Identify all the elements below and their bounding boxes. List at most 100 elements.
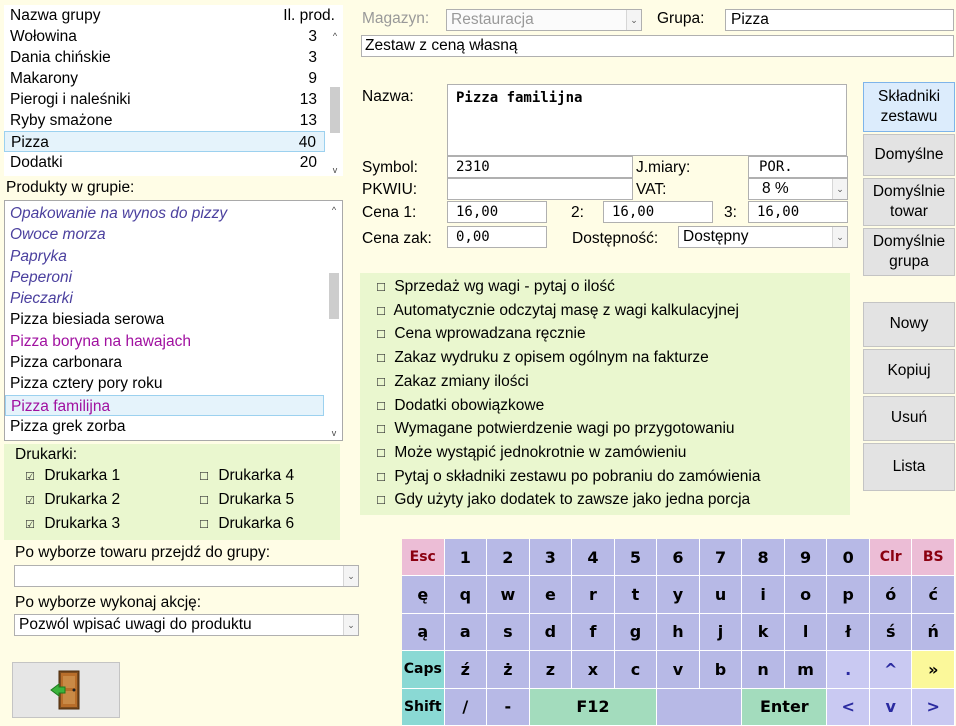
product-item[interactable]: Pizza familijna bbox=[5, 394, 324, 416]
key-char[interactable]: 3 bbox=[529, 539, 573, 577]
key-char[interactable]: 2 bbox=[487, 539, 530, 577]
key-clr[interactable]: Clr bbox=[869, 539, 913, 577]
cenazak-field[interactable]: 0,00 bbox=[447, 226, 547, 248]
product-item[interactable]: Owoce morza bbox=[5, 224, 324, 245]
checkbox-empty-icon[interactable]: ☐ bbox=[372, 277, 390, 301]
key-char[interactable]: j bbox=[699, 613, 743, 652]
nazwa-field[interactable]: Pizza familijna bbox=[447, 84, 847, 156]
key-char[interactable]: y bbox=[657, 576, 700, 614]
checkbox-empty-icon[interactable]: ☐ bbox=[372, 490, 390, 514]
key-char[interactable]: v bbox=[869, 688, 913, 726]
key-char[interactable]: ł bbox=[827, 613, 870, 652]
skladniki-zestawu-button[interactable]: Składniki zestawu bbox=[863, 82, 955, 132]
key-char[interactable]: » bbox=[912, 651, 955, 689]
product-item[interactable]: Pizza cztery pory roku bbox=[5, 373, 324, 394]
product-item[interactable]: Pizza carbonara bbox=[5, 352, 324, 373]
chevron-down-icon[interactable]: ⌄ bbox=[832, 227, 847, 247]
key-char[interactable]: a bbox=[444, 613, 488, 652]
key-char[interactable]: b bbox=[699, 651, 743, 689]
exit-button[interactable] bbox=[12, 662, 120, 718]
product-item[interactable]: Pieczarki bbox=[5, 288, 324, 309]
vat-select[interactable]: 8 % ⌄ bbox=[748, 178, 848, 200]
printer-checkbox[interactable]: ☐ Drukarka 4 bbox=[194, 467, 294, 485]
key-char[interactable]: p bbox=[827, 576, 870, 614]
group-row[interactable]: Pizza 40 bbox=[4, 131, 325, 152]
checkbox-checked-icon[interactable]: ☑ bbox=[20, 470, 40, 483]
option-checkbox[interactable]: ☐ Wymagane potwierdzenie wagi po przygot… bbox=[372, 417, 734, 441]
group-row[interactable]: Pierogi i naleśniki 13 bbox=[4, 89, 325, 110]
checkbox-empty-icon[interactable]: ☐ bbox=[372, 396, 390, 420]
checkbox-empty-icon[interactable]: ☐ bbox=[372, 467, 390, 491]
key-bs[interactable]: BS bbox=[912, 539, 955, 577]
checkbox-checked-icon[interactable]: ☑ bbox=[20, 494, 40, 507]
key-char[interactable]: 5 bbox=[614, 539, 658, 577]
key-char[interactable]: ś bbox=[869, 613, 913, 652]
printer-checkbox[interactable]: ☑ Drukarka 3 bbox=[20, 515, 120, 533]
key-char[interactable]: . bbox=[827, 651, 870, 689]
kopiuj-button[interactable]: Kopiuj bbox=[863, 349, 955, 394]
option-checkbox[interactable]: ☐ Gdy użyty jako dodatek to zawsze jako … bbox=[372, 488, 750, 512]
option-checkbox[interactable]: ☐ Pytaj o składniki zestawu po pobraniu … bbox=[372, 465, 760, 491]
key-char[interactable]: o bbox=[784, 576, 828, 614]
printer-checkbox[interactable]: ☐ Drukarka 5 bbox=[194, 491, 294, 509]
group-row[interactable]: Ryby smażone 13 bbox=[4, 110, 325, 131]
checkbox-empty-icon[interactable]: ☐ bbox=[194, 518, 214, 531]
key-char[interactable]: s bbox=[487, 613, 530, 652]
group-list[interactable]: Nazwa grupy Il. prod. Wołowina 3 Dania chi… bbox=[4, 5, 343, 176]
key-shift[interactable]: Shift bbox=[402, 688, 445, 726]
key-char[interactable]: ć bbox=[912, 576, 955, 614]
cena2-field[interactable]: 16,00 bbox=[603, 201, 713, 223]
cena3-field[interactable]: 16,00 bbox=[748, 201, 848, 223]
key-caps[interactable]: Caps bbox=[402, 651, 445, 689]
key-char[interactable]: x bbox=[572, 651, 615, 689]
products-scrollbar[interactable]: ^ v bbox=[326, 201, 342, 440]
key-char[interactable]: q bbox=[444, 576, 488, 614]
nowy-button[interactable]: Nowy bbox=[863, 302, 955, 347]
option-checkbox[interactable]: ☐ Dodatki obowiązkowe bbox=[372, 394, 544, 418]
group-row[interactable]: Dania chińskie 3 bbox=[4, 47, 325, 68]
key-esc[interactable]: Esc bbox=[402, 539, 445, 577]
key-char[interactable]: l bbox=[784, 613, 828, 652]
key-enter[interactable]: Enter bbox=[742, 688, 828, 726]
key-char[interactable]: k bbox=[742, 613, 785, 652]
checkbox-empty-icon[interactable]: ☐ bbox=[372, 348, 390, 372]
key-char[interactable]: r bbox=[572, 576, 615, 614]
option-checkbox[interactable]: ☐ Może wystąpić jednokrotnie w zamówieni… bbox=[372, 441, 686, 465]
key-f12[interactable]: F12 bbox=[529, 688, 658, 726]
key-char[interactable]: f bbox=[572, 613, 615, 652]
option-checkbox[interactable]: ☐ Cena wprowadzana ręcznie bbox=[372, 322, 586, 346]
action-select[interactable]: Pozwól wpisać uwagi do produktu ⌄ bbox=[14, 614, 359, 636]
grupa-field[interactable]: Pizza bbox=[725, 9, 954, 31]
key-char[interactable]: 4 bbox=[572, 539, 615, 577]
chevron-down-icon[interactable]: ⌄ bbox=[343, 566, 358, 586]
group-row[interactable]: Dodatki 20 bbox=[4, 152, 325, 173]
key-char[interactable]: d bbox=[529, 613, 573, 652]
key-char[interactable]: z bbox=[529, 651, 573, 689]
key-char[interactable]: t bbox=[614, 576, 658, 614]
key-char[interactable]: < bbox=[827, 688, 870, 726]
key-char[interactable]: ó bbox=[869, 576, 913, 614]
dostepnosc-select[interactable]: Dostępny ⌄ bbox=[678, 226, 848, 248]
key-char[interactable]: / bbox=[444, 688, 488, 726]
key-char[interactable]: i bbox=[742, 576, 785, 614]
key-char[interactable]: ę bbox=[402, 576, 445, 614]
chevron-down-icon[interactable]: ⌄ bbox=[343, 615, 358, 635]
checkbox-checked-icon[interactable]: ☑ bbox=[20, 518, 40, 531]
group-row[interactable]: Wołowina 3 bbox=[4, 26, 325, 47]
symbol-field[interactable]: 2310 bbox=[447, 156, 633, 178]
key-char[interactable]: 8 bbox=[742, 539, 785, 577]
option-checkbox[interactable]: ☐ Automatycznie odczytaj masę z wagi kal… bbox=[372, 299, 739, 323]
product-item[interactable]: Pizza boryna na hawajach bbox=[5, 331, 324, 352]
key-char[interactable]: 7 bbox=[699, 539, 743, 577]
checkbox-empty-icon[interactable]: ☐ bbox=[372, 301, 390, 325]
key-char[interactable]: w bbox=[487, 576, 530, 614]
printer-checkbox[interactable]: ☑ Drukarka 2 bbox=[20, 491, 120, 509]
key-char[interactable]: - bbox=[487, 688, 530, 726]
key-char[interactable]: ń bbox=[912, 613, 955, 652]
products-list[interactable]: Opakowanie na wynos do pizzy Owoce morza P… bbox=[4, 200, 343, 441]
checkbox-empty-icon[interactable]: ☐ bbox=[194, 494, 214, 507]
jm-field[interactable]: POR. bbox=[748, 156, 848, 178]
key-char[interactable]: 0 bbox=[827, 539, 870, 577]
key-char[interactable]: > bbox=[912, 688, 955, 726]
checkbox-empty-icon[interactable]: ☐ bbox=[194, 470, 214, 483]
